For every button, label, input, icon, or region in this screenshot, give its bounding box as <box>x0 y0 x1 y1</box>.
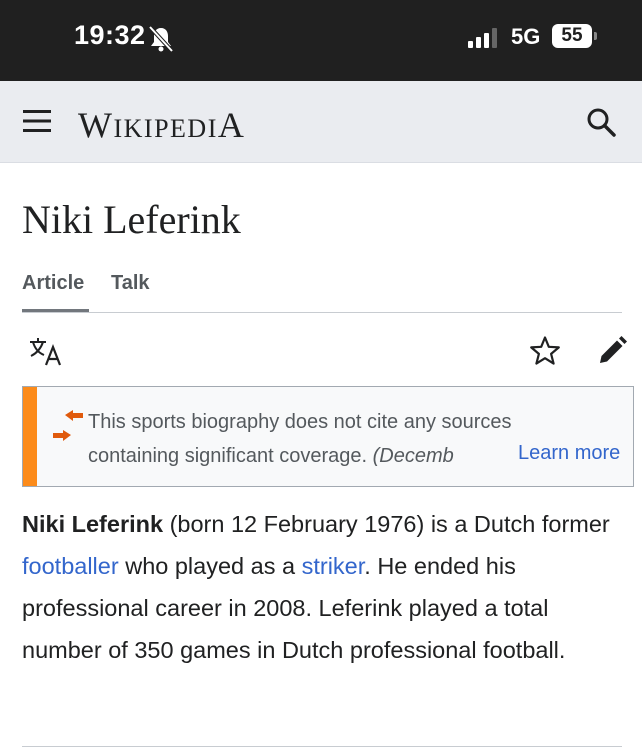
menu-icon[interactable] <box>23 108 51 134</box>
status-time: 19:32 <box>74 20 146 50</box>
battery-tip <box>594 32 597 40</box>
notice-line-1: This sports biography does not cite any … <box>88 411 512 433</box>
wikipedia-logo[interactable]: WIKIPEDIA <box>78 104 245 146</box>
page-title: Niki Leferink <box>22 197 241 242</box>
notice-line-2: containing significant coverage. <box>88 445 368 467</box>
star-icon[interactable] <box>529 335 561 367</box>
footballer-link[interactable]: footballer <box>22 553 119 579</box>
article-text-2: who played as a <box>118 553 302 579</box>
tab-talk[interactable]: Talk <box>111 272 150 295</box>
notice-date: (Decemb <box>372 445 454 467</box>
search-icon[interactable] <box>585 106 617 138</box>
article-lead-paragraph: Niki Leferink (born 12 February 1976) is… <box>22 503 622 671</box>
notice-accent-bar <box>23 387 37 486</box>
network-type: 5G <box>511 24 541 49</box>
section-divider <box>22 746 622 747</box>
article-text-1: (born 12 February 1976) is a Dutch forme… <box>163 511 610 537</box>
signal-icon <box>468 28 497 48</box>
status-bar: 19:32 5G 55 <box>0 0 642 81</box>
tab-article[interactable]: Article <box>22 272 84 295</box>
tabs-divider <box>22 312 622 313</box>
arrows-merge-icon <box>53 410 83 441</box>
bell-slash-icon <box>148 25 174 53</box>
article-subject: Niki Leferink <box>22 511 164 537</box>
battery-level: 55 <box>552 24 592 48</box>
translate-icon[interactable] <box>28 336 64 366</box>
striker-link[interactable]: striker <box>302 553 365 579</box>
learn-more-link[interactable]: Learn more <box>512 442 621 465</box>
battery-icon: 55 <box>552 24 598 48</box>
edit-icon[interactable] <box>596 335 628 367</box>
notice-box: This sports biography does not cite any … <box>22 386 634 487</box>
